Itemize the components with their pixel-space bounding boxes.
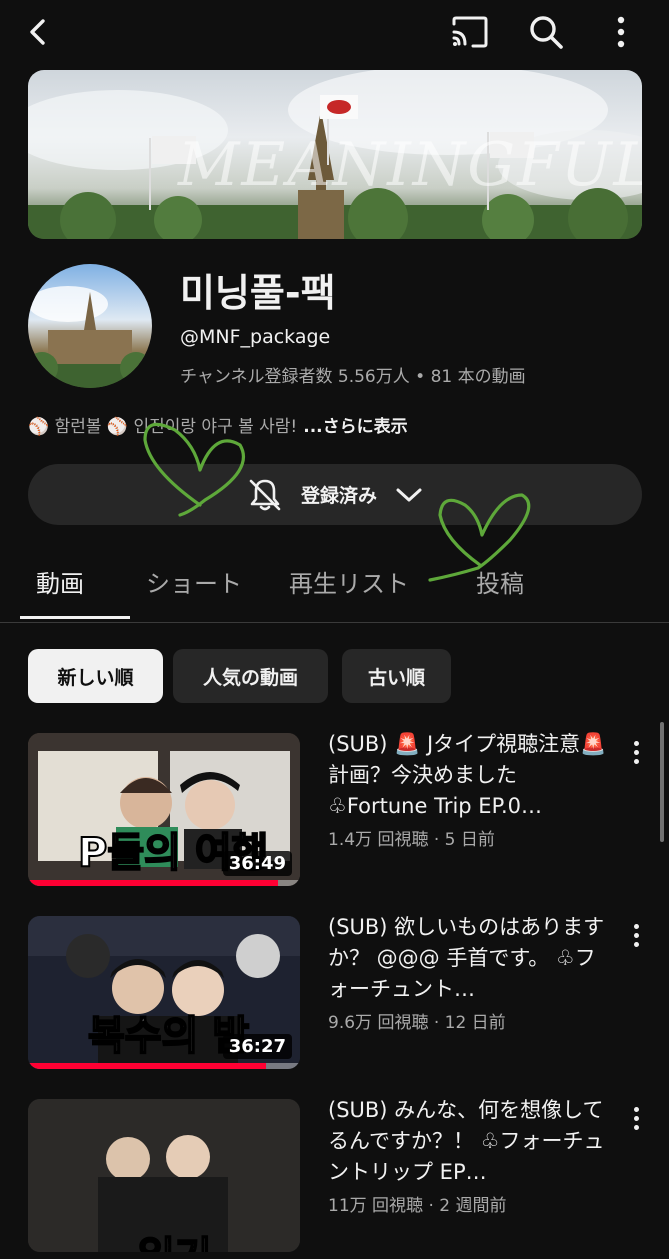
channel-description[interactable]: ⚾ 함런볼 ⚾ 인진이랑 야구 볼 사람! ...さらに表示 (28, 412, 408, 437)
avatar-artwork (28, 286, 152, 388)
back-icon[interactable] (14, 8, 62, 56)
video-thumbnail[interactable]: 일기 (28, 1099, 300, 1252)
channel-handle: @MNF_package (180, 326, 331, 348)
video-thumbnail[interactable]: P들의 여행 36:49 (28, 733, 300, 886)
chip-popular[interactable]: 人気の動画 (173, 649, 328, 703)
banner-logo-text: MEANINGFUL (178, 130, 642, 200)
search-icon[interactable] (522, 8, 570, 56)
chip-oldest[interactable]: 古い順 (342, 649, 451, 703)
top-app-bar (0, 0, 669, 64)
video-title[interactable]: (SUB) みんな、何を想像してるんですか？！ ♧フォーチュントリップ EP… (328, 1095, 612, 1188)
video-thumbnail[interactable]: 복수의 밤 36:27 (28, 916, 300, 1069)
tab-videos[interactable]: 動画 (36, 564, 84, 599)
chevron-down-icon (396, 488, 422, 501)
more-vert-icon[interactable] (597, 8, 645, 56)
video-more-icon[interactable] (624, 1099, 648, 1147)
tab-posts[interactable]: 投稿 (476, 564, 524, 599)
show-more-link[interactable]: ...さらに表示 (303, 412, 407, 437)
description-text: ⚾ 함런볼 ⚾ 인진이랑 야구 볼 사람! (28, 417, 298, 437)
channel-name: 미닝풀-팩 (180, 271, 336, 315)
thumbnail-text: 일기 (137, 1224, 213, 1252)
video-item[interactable]: 복수의 밤 36:27 (SUB) 欲しいものはありますか？ @@@ 手首です。… (28, 915, 642, 1076)
subscribed-label: 登録済み (300, 485, 377, 507)
channel-avatar[interactable] (28, 264, 152, 388)
bell-icon (249, 479, 281, 510)
tab-shorts[interactable]: ショート (146, 564, 242, 599)
video-duration: 36:49 (222, 851, 292, 876)
video-item[interactable]: P들의 여행 36:49 (SUB) 🚨 Jタイプ視聴注意🚨 計画？今決めました… (28, 732, 642, 893)
subscribed-button[interactable]: 登録済み (28, 464, 642, 525)
video-meta: 1.4万 回視聴 · 5 日前 (328, 830, 495, 850)
channel-stats: チャンネル登録者数 5.56万人 • 81 本の動画 (180, 367, 526, 387)
active-tab-indicator (20, 616, 130, 619)
watch-progress-bar (28, 880, 278, 886)
video-title[interactable]: (SUB) 🚨 Jタイプ視聴注意🚨 計画？今決めました ♧Fortune Tri… (328, 729, 612, 822)
video-meta: 11万 回視聴 · 2 週間前 (328, 1196, 507, 1216)
channel-banner: MEANINGFUL (28, 70, 642, 239)
tab-playlists[interactable]: 再生リスト (289, 564, 409, 599)
watch-progress-bar (28, 1063, 266, 1069)
video-meta: 9.6万 回視聴 · 12 日前 (328, 1013, 506, 1033)
channel-tabs: 動画 ショート 再生リスト 投稿 (0, 550, 669, 623)
cast-icon[interactable] (446, 8, 494, 56)
chip-newest[interactable]: 新しい順 (28, 649, 163, 703)
video-title[interactable]: (SUB) 欲しいものはありますか？ @@@ 手首です。 ♧フォーチュント… (328, 912, 612, 1005)
scrollbar[interactable] (660, 722, 664, 842)
video-item[interactable]: 일기 (SUB) みんな、何を想像してるんですか？！ ♧フォーチュントリップ E… (28, 1098, 642, 1259)
video-more-icon[interactable] (624, 916, 648, 964)
video-more-icon[interactable] (624, 733, 648, 781)
video-duration: 36:27 (222, 1034, 292, 1059)
